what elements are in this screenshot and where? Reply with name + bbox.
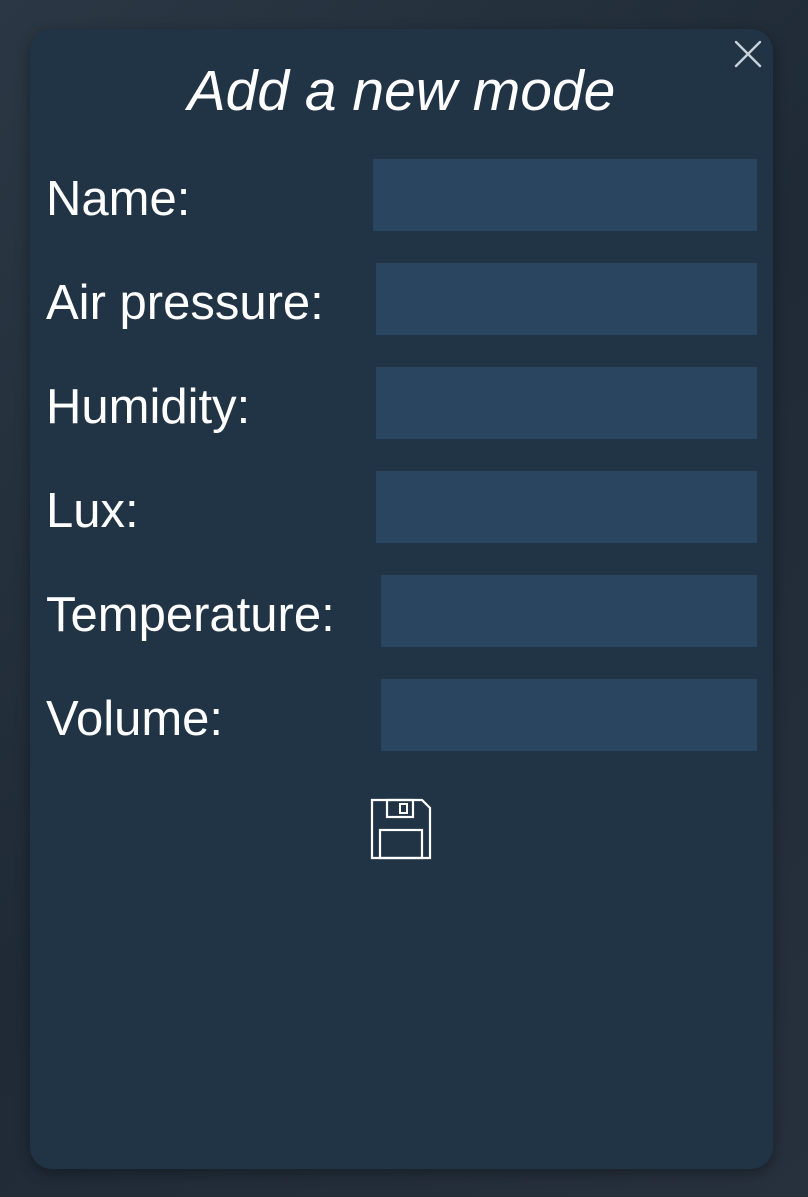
volume-label: Volume: [46,692,224,746]
humidity-label: Humidity: [46,380,251,434]
air-pressure-field[interactable] [376,263,757,335]
save-button[interactable] [370,798,432,860]
lux-field[interactable] [376,471,757,543]
add-mode-dialog: Add a new mode Name: Air pressure: Humid… [30,29,773,1169]
dialog-title: Add a new mode [187,59,616,123]
air-pressure-label: Air pressure: [46,276,324,330]
temperature-label: Temperature: [46,588,335,642]
volume-field[interactable] [381,679,757,751]
name-label: Name: [46,172,191,226]
close-icon [734,40,762,68]
humidity-field[interactable] [376,367,757,439]
lux-label: Lux: [46,484,139,538]
name-field[interactable] [373,159,757,231]
save-icon [370,798,432,860]
close-button[interactable] [733,39,763,69]
temperature-field[interactable] [381,575,757,647]
